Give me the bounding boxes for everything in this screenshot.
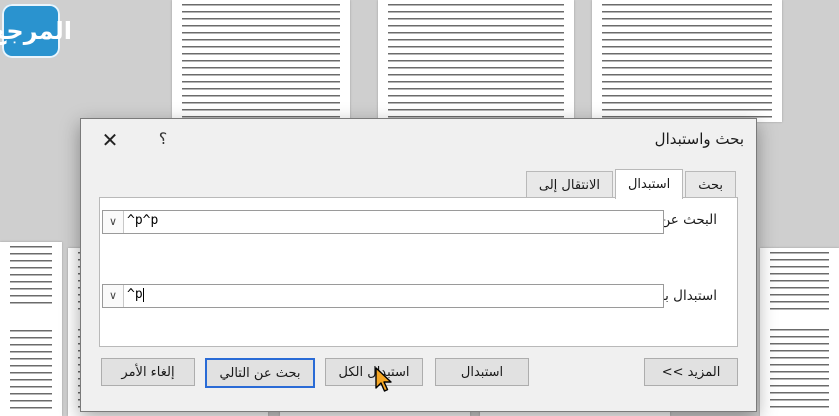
chevron-down-icon[interactable]: ∨ [103, 285, 124, 307]
replace-with-label: استبدال بـ: [656, 288, 717, 304]
tab-find[interactable]: بحث [685, 171, 736, 198]
find-what-input[interactable]: ∨ ^p^p [102, 210, 664, 234]
dialog-title: بحث واستبدال [654, 130, 744, 148]
cancel-button[interactable]: إلغاء الأمر [101, 358, 195, 386]
document-page [0, 242, 62, 416]
tab-replace[interactable]: استبدال [614, 169, 684, 199]
document-page [592, 0, 782, 122]
document-page [378, 0, 574, 122]
more-button[interactable]: المزيد >> [644, 358, 738, 386]
replace-text: ^p [127, 287, 143, 302]
tab-panel: البحث عن: ∨ ^p^p استبدال بـ: ∨ ^p [99, 197, 738, 347]
logo-text: المرجع [0, 17, 72, 45]
find-what-label: البحث عن: [655, 212, 717, 228]
replace-button[interactable]: استبدال [435, 358, 529, 386]
find-next-button[interactable]: بحث عن التالي [205, 358, 315, 388]
replace-with-input[interactable]: ∨ ^p [102, 284, 664, 308]
dialog-tabs: بحث استبدال الانتقال إلى [524, 169, 736, 199]
dialog-titlebar: بحث واستبدال ؟ ✕ [81, 119, 756, 161]
find-replace-dialog: بحث واستبدال ؟ ✕ بحث استبدال الانتقال إل… [80, 118, 757, 412]
mouse-cursor-icon [375, 367, 392, 392]
close-button[interactable]: ✕ [97, 127, 123, 153]
help-button[interactable]: ؟ [151, 127, 175, 151]
site-logo: المرجع [0, 4, 72, 58]
text-caret [142, 287, 145, 302]
document-page [172, 0, 350, 122]
find-what-value: ^p^p [127, 213, 159, 228]
replace-with-value: ^p [127, 287, 145, 302]
document-page [760, 248, 839, 416]
chevron-down-icon[interactable]: ∨ [103, 211, 124, 233]
tab-goto[interactable]: الانتقال إلى [525, 171, 613, 198]
